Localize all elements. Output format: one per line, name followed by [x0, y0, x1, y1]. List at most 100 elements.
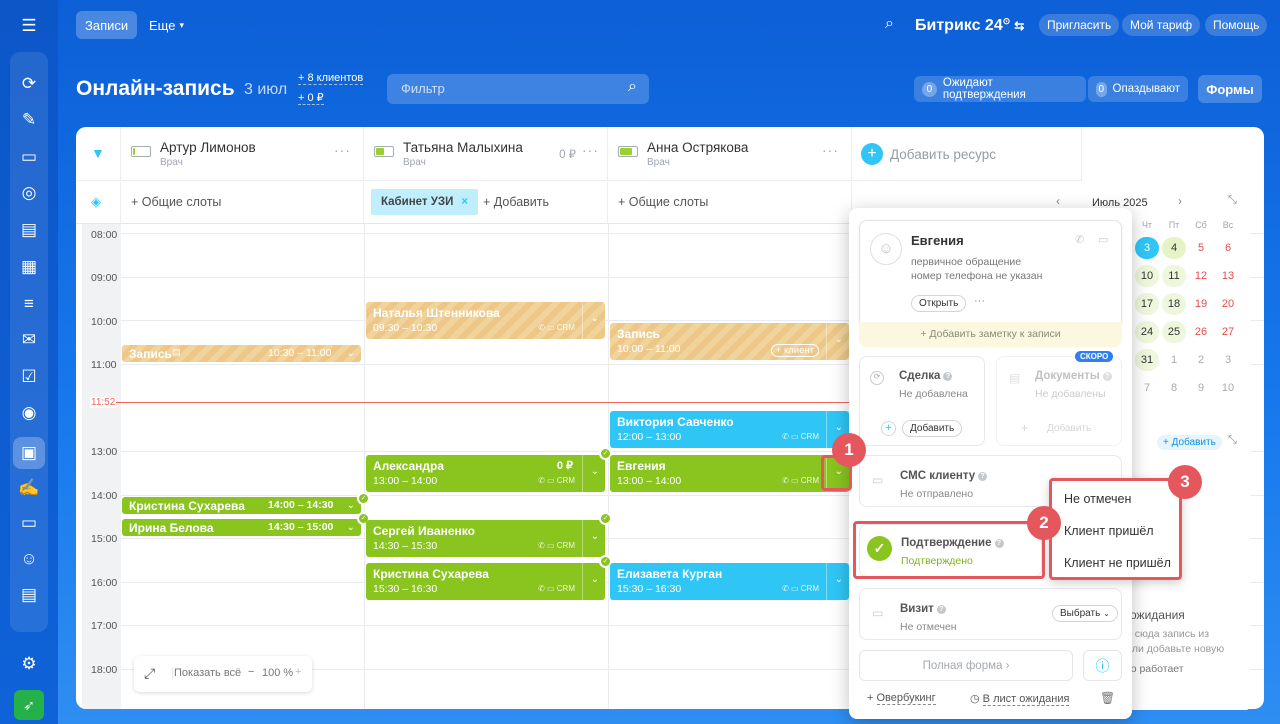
users-icon[interactable]: ☺ [13, 543, 45, 575]
next-month-icon[interactable]: › [1178, 194, 1182, 208]
calendar-day[interactable]: 10 [1135, 265, 1159, 287]
resource-header-1[interactable]: Артур Лимонов Врач ··· [121, 127, 364, 181]
zoom-out-button[interactable]: − [248, 666, 254, 678]
chevron-down-icon[interactable]: ⌄ [835, 574, 843, 585]
plus-clients-link[interactable]: + 8 клиентов [298, 72, 364, 85]
option-client-came[interactable]: Клиент пришёл [1064, 524, 1154, 538]
calendar-day[interactable]: 2 [1189, 349, 1213, 371]
waitlist-link[interactable]: то работает [1126, 663, 1184, 675]
calendar-day[interactable]: 1 [1162, 349, 1186, 371]
waitlist-button[interactable]: ◷ В лист ожидания [970, 692, 1070, 706]
plus-money-link[interactable]: + 0 ₽ [298, 91, 324, 105]
menu-icon[interactable]: ☰ [13, 10, 45, 42]
calendar-day[interactable]: 18 [1162, 293, 1186, 315]
more-icon[interactable]: ··· [334, 142, 351, 158]
rocket-icon[interactable]: ➶ [14, 690, 44, 720]
add-client-button[interactable]: + клиент [770, 344, 819, 357]
booking-card[interactable]: Виктория Савченко 12:00 – 13:00 ⌄ ✆ ▭ CRM [610, 411, 849, 448]
client-name[interactable]: Евгения [911, 233, 964, 248]
booking-card[interactable]: Запись 10:00 – 11:00 + клиент ⌄ [610, 323, 849, 360]
booking-card[interactable]: Александра 13:00 – 14:00 0 ₽ ⌄ ✆ ▭ CRM [366, 455, 605, 492]
chevron-down-icon[interactable]: ⌄ [591, 531, 599, 542]
groups-icon[interactable]: ◎ [13, 177, 45, 209]
tab-more[interactable]: Еще ▾ [140, 11, 193, 39]
waitlist-add-button[interactable]: + Добавить [1157, 435, 1222, 450]
calendar-day[interactable]: 10 [1216, 377, 1240, 399]
documents-icon[interactable]: ▤ [13, 214, 45, 246]
funnel-icon[interactable]: ≡ [13, 288, 45, 320]
search-icon[interactable]: ⌕ [628, 78, 637, 96]
contact-card-icon[interactable]: ▭ [13, 507, 45, 539]
show-all-button[interactable]: Показать всё [172, 667, 241, 679]
help-icon[interactable]: ? [936, 605, 946, 614]
add-slot-button[interactable]: + Добавить [483, 195, 549, 209]
option-not-marked[interactable]: Не отмечен [1064, 492, 1131, 506]
calendar-day[interactable]: 13 [1216, 265, 1240, 287]
phone-icon[interactable]: ✆ [1075, 233, 1084, 246]
help-button[interactable]: Помощь [1205, 14, 1268, 36]
calendar-day[interactable]: 8 [1162, 377, 1186, 399]
tasks-icon[interactable]: ✎ [13, 104, 45, 136]
booking-card[interactable]: Кристина Сухарева 14:00 – 14:30 ⌄ [122, 497, 361, 514]
help-icon[interactable]: ? [1102, 372, 1112, 381]
chevron-down-icon[interactable]: ⌄ [835, 422, 843, 433]
overbooking-button[interactable]: + Овербукинг [867, 692, 936, 705]
prev-month-icon[interactable]: ‹ [1056, 194, 1060, 208]
calendar-day[interactable]: 17 [1135, 293, 1159, 315]
chevron-down-icon[interactable]: ⌄ [591, 313, 599, 324]
feed-icon[interactable]: ⟳ [13, 68, 45, 100]
calendar-day[interactable]: 6 [1216, 237, 1240, 259]
page-date[interactable]: 3 июл [244, 81, 287, 99]
switch-icon[interactable]: ⇆ [1014, 19, 1024, 33]
chevron-down-icon[interactable]: ⌄ [347, 500, 355, 511]
add-note-bar[interactable]: + Добавить заметку к записи [859, 322, 1122, 347]
calendar-day[interactable]: 20 [1216, 293, 1240, 315]
booking-card[interactable]: Елизавета Курган 15:30 – 16:30 ⌄ ✆ ▭ CRM [610, 563, 849, 600]
visit-choose-button[interactable]: Выбрать ⌄ [1052, 605, 1118, 622]
resource-header-2[interactable]: Татьяна Малыхина Врач 0 ₽ ··· [364, 127, 608, 181]
calendar-day-today[interactable]: 3 [1135, 237, 1159, 259]
chevron-down-icon[interactable]: ⌄ [591, 574, 599, 585]
collapse-icon[interactable]: ⤡ [1228, 194, 1237, 207]
calendar-day[interactable]: 12 [1189, 265, 1213, 287]
calendar-day[interactable]: 24 [1135, 321, 1159, 343]
mail-icon[interactable]: ✉ [13, 324, 45, 356]
cabinet-chip[interactable]: Кабинет УЗИ × [371, 189, 479, 215]
tab-records[interactable]: Записи [76, 11, 138, 39]
chevron-down-icon[interactable]: ⌄ [835, 334, 843, 345]
info-button[interactable]: ⓘ [1083, 650, 1122, 681]
sign-icon[interactable]: ✍ [13, 472, 45, 504]
calendar-day[interactable]: 7 [1135, 377, 1159, 399]
zoom-in-button[interactable]: + [295, 666, 301, 678]
calendar-day[interactable]: 4 [1162, 237, 1186, 259]
trash-icon[interactable]: 🗑 [1100, 691, 1115, 705]
calendar-day[interactable]: 19 [1189, 293, 1213, 315]
search-icon[interactable]: ⌕ [885, 15, 894, 33]
calendar-day[interactable]: 5 [1189, 237, 1213, 259]
booking-card[interactable]: Запись ▤ 10:30 – 11:00 ⌄ [122, 345, 361, 362]
open-client-button[interactable]: Открыть [911, 295, 967, 312]
settings-icon[interactable]: ⚙ [13, 648, 45, 680]
checklist-icon[interactable]: ☑ [13, 361, 45, 393]
add-resource-cell[interactable]: + Добавить ресурс [852, 127, 1082, 181]
plus-icon[interactable]: + [881, 421, 896, 436]
awaiting-confirmation-button[interactable]: 0 Ожидают подтверждения [914, 76, 1086, 102]
calendar-icon[interactable]: ▦ [13, 251, 45, 283]
booking-card[interactable]: Евгения 13:00 – 14:00 ⌄ ✆ ▭ CRM [610, 455, 849, 492]
close-icon[interactable]: ⤡ [1228, 434, 1237, 447]
chat-icon[interactable]: ▭ [1098, 233, 1108, 246]
common-slots-button[interactable]: + Общие слоты [618, 195, 708, 209]
calendar-day[interactable]: 25 [1162, 321, 1186, 343]
close-icon[interactable]: × [461, 196, 468, 208]
booking-icon[interactable]: ▣ [13, 437, 45, 469]
resource-header-3[interactable]: Анна Острякова Врач ··· [608, 127, 852, 181]
more-icon[interactable]: ··· [974, 295, 985, 307]
calendar-day[interactable]: 9 [1189, 377, 1213, 399]
chevron-down-icon[interactable]: ⌄ [347, 348, 355, 359]
chat-icon[interactable]: ▭ [13, 141, 45, 173]
chevron-down-icon[interactable]: ⌄ [347, 522, 355, 533]
booking-card[interactable]: Ирина Белова 14:30 – 15:00 ⌄ [122, 519, 361, 536]
help-icon[interactable]: ? [978, 472, 988, 481]
plus-icon[interactable]: + [861, 143, 883, 165]
add-deal-button[interactable]: Добавить [902, 420, 963, 437]
